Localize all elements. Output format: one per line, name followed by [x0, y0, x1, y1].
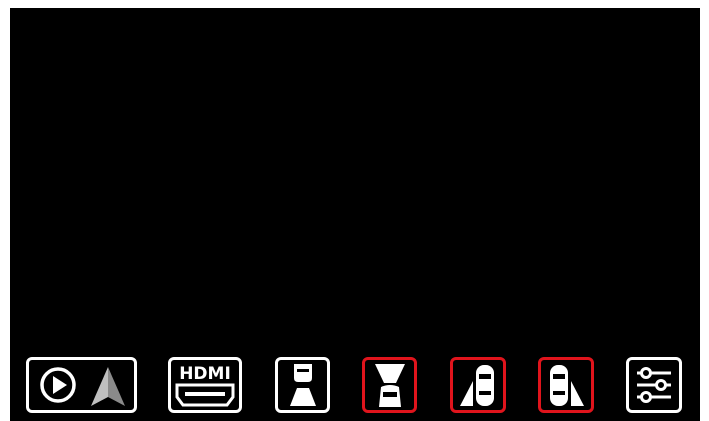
- play-circle-and-android-auto-icon: [39, 367, 125, 406]
- sliders-settings-icon: [637, 367, 671, 403]
- right-camera-view-icon: [550, 365, 584, 406]
- left-camera-view-icon: [460, 365, 494, 406]
- rear-camera-view-icon: [374, 364, 405, 407]
- rear-camera-button[interactable]: [362, 357, 417, 413]
- hdmi-label: HDMI: [179, 364, 231, 384]
- front-rear-camera-button[interactable]: [275, 357, 330, 413]
- left-camera-button[interactable]: [450, 357, 506, 413]
- settings-button[interactable]: [626, 357, 682, 413]
- carplay-android-auto-button[interactable]: [26, 357, 137, 413]
- hdmi-button[interactable]: HDMI: [168, 357, 242, 413]
- hdmi-icon: HDMI: [175, 364, 235, 407]
- right-camera-button[interactable]: [538, 357, 594, 413]
- front-rear-camera-icon: [289, 364, 316, 406]
